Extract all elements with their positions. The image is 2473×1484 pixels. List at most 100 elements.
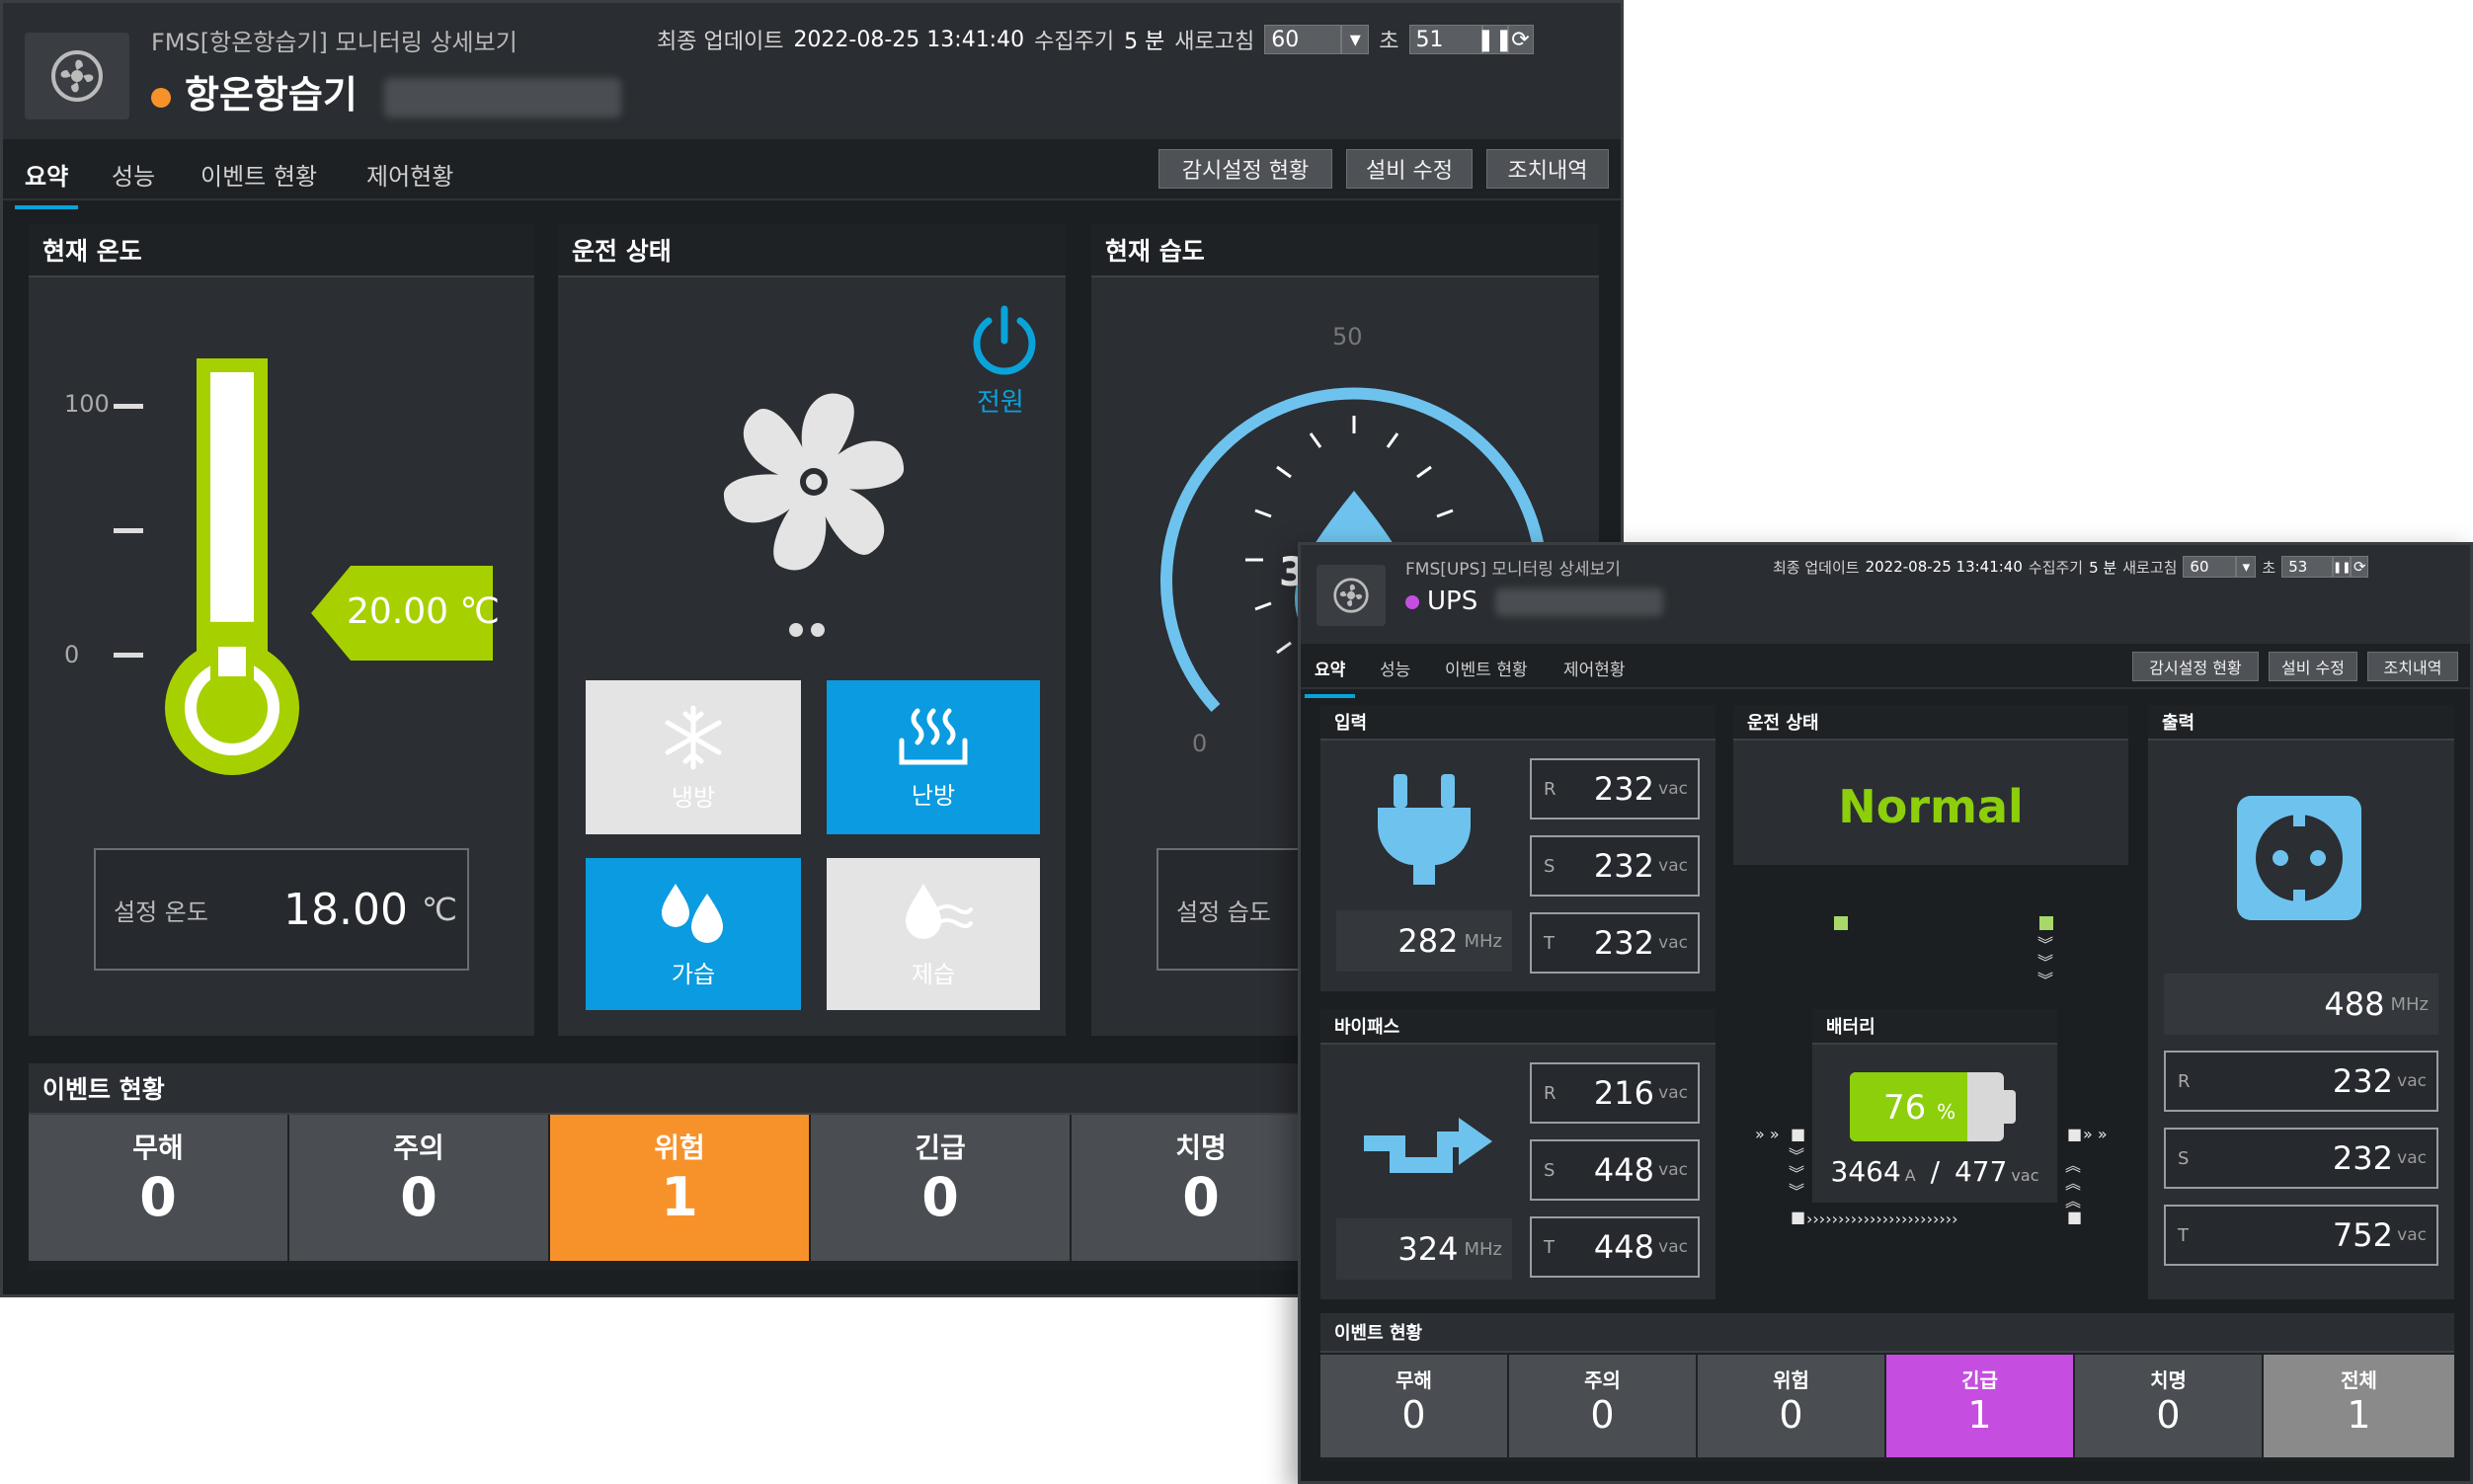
output-panel: 출력 488 MHz R 232 vac S 232 vac T 752 vac <box>2148 705 2454 1299</box>
svg-text:︽: ︽ <box>2065 1192 2081 1211</box>
event-label: 위험 <box>654 1132 705 1164</box>
edit-equipment-button[interactable]: 설비 수정 <box>2269 652 2357 681</box>
tick-mark <box>114 653 143 658</box>
fan-dots <box>789 619 825 638</box>
event-danger[interactable]: 위험 1 <box>550 1115 809 1261</box>
svg-text:■: ■ <box>1791 1125 1805 1143</box>
update-time: 2022-08-25 13:41:40 <box>793 27 1025 52</box>
event-fatal[interactable]: 치명 0 <box>1072 1115 1330 1261</box>
svg-text:︾: ︾ <box>2037 953 2053 972</box>
phase-unit: vac <box>1658 856 1688 876</box>
panel-title: 운전 상태 <box>558 224 1066 277</box>
event-danger[interactable]: 위험 0 <box>1698 1355 1884 1457</box>
water-drops-icon <box>662 883 723 943</box>
event-caution[interactable]: 주의 0 <box>289 1115 548 1261</box>
event-label: 무해 <box>1396 1368 1432 1392</box>
svg-text:︾: ︾ <box>2037 935 2053 954</box>
phase-key: T <box>1544 1236 1555 1258</box>
run-state-panel: 운전 상태 전원 냉방 난방 가습 제습 <box>558 224 1066 1036</box>
action-history-button[interactable]: 조치내역 <box>1486 149 1609 189</box>
tab-control[interactable]: 제어현황 <box>366 157 453 192</box>
battery-pct-unit: % <box>1937 1100 1956 1124</box>
window-subtitle: FMS[UPS] 모니터링 상세보기 <box>1405 560 1621 580</box>
chevron-down-icon[interactable]: ▾ <box>2236 556 2257 578</box>
tab-events[interactable]: 이벤트 현황 <box>200 157 317 192</box>
svg-text:■: ■ <box>1791 1208 1805 1226</box>
refresh-label: 새로고침 <box>2122 558 2178 577</box>
tab-events[interactable]: 이벤트 현황 <box>1445 656 1528 680</box>
input-s-phase: S 232 vac <box>1530 835 1700 897</box>
event-label: 위험 <box>1773 1368 1809 1392</box>
svg-text:» »: » » <box>1755 1125 1780 1143</box>
phase-key: R <box>1544 778 1556 800</box>
svg-text:︽: ︽ <box>2065 1156 2081 1175</box>
event-urgent[interactable]: 긴급 1 <box>1886 1355 2073 1457</box>
event-label: 긴급 <box>1961 1368 1998 1392</box>
mode-cooling[interactable]: 냉방 <box>586 680 801 834</box>
chevron-down-icon[interactable]: ▾ <box>1341 25 1370 54</box>
event-count: 0 <box>1590 1393 1615 1437</box>
event-urgent[interactable]: 긴급 0 <box>811 1115 1070 1261</box>
input-panel: 입력 282 MHz R 232 vac S 232 vac T 232 vac <box>1320 705 1715 991</box>
update-time: 2022-08-25 13:41:40 <box>1865 558 2023 576</box>
tab-summary[interactable]: 요약 <box>14 157 79 209</box>
refresh-icon[interactable]: ⟳ <box>1507 25 1534 54</box>
svg-text:︾: ︾ <box>1789 1182 1804 1201</box>
dehumidify-icon <box>906 883 973 939</box>
event-count: 0 <box>139 1166 177 1228</box>
event-label: 주의 <box>393 1132 444 1164</box>
event-count: 1 <box>2347 1393 2371 1437</box>
tab-performance[interactable]: 성능 <box>1380 656 1410 680</box>
mode-heating[interactable]: 난방 <box>827 680 1040 834</box>
bypass-t-phase: T 448 vac <box>1530 1216 1700 1278</box>
mode-humidify[interactable]: 가습 <box>586 858 801 1010</box>
pause-icon[interactable]: ❚❚ <box>2333 556 2351 578</box>
phase-unit: vac <box>2397 1071 2427 1091</box>
fan-logo-icon <box>1333 578 1369 613</box>
battery-percent: 76 % <box>1883 1088 1955 1128</box>
monitor-settings-button[interactable]: 감시설정 현황 <box>1158 149 1332 189</box>
tick-100: 100 <box>64 390 110 418</box>
action-history-button[interactable]: 조치내역 <box>2367 652 2458 681</box>
temperature-panel: 현재 온도 100 0 20.00 ℃ 설정 온도 18.00 ℃ <box>29 224 534 1036</box>
thermometer-icon <box>165 358 299 775</box>
period-label: 수집주기 <box>2028 558 2084 577</box>
tab-control[interactable]: 제어현황 <box>1563 656 1626 680</box>
phase-value: 752 <box>2332 1216 2393 1254</box>
status-dot <box>1405 594 1419 609</box>
device-title: UPS <box>1405 586 1664 616</box>
battery-sep: / <box>1930 1155 1941 1188</box>
phase-value: 232 <box>2332 1062 2393 1100</box>
panel-title: 현재 온도 <box>29 224 534 277</box>
tab-performance[interactable]: 성능 <box>112 157 155 192</box>
update-label: 최종 업데이트 <box>657 30 784 54</box>
phase-value: 232 <box>2332 1139 2393 1177</box>
freq-value: 488 <box>2324 985 2385 1023</box>
event-harmless[interactable]: 무해 0 <box>1320 1355 1507 1457</box>
tab-summary[interactable]: 요약 <box>1304 656 1356 698</box>
mode-dehumidify[interactable]: 제습 <box>827 858 1040 1010</box>
bypass-arrow-icon <box>1364 1118 1492 1173</box>
svg-text:︾: ︾ <box>1789 1164 1804 1183</box>
phase-unit: vac <box>1658 1160 1688 1180</box>
power-icon[interactable] <box>967 303 1042 378</box>
refresh-select[interactable]: 60 <box>1264 25 1342 54</box>
event-fatal[interactable]: 치명 0 <box>2075 1355 2262 1457</box>
output-frequency: 488 MHz <box>2164 974 2438 1035</box>
refresh-select-value: 60 <box>2190 558 2209 576</box>
event-total[interactable]: 전체 1 <box>2264 1355 2454 1457</box>
monitor-settings-button[interactable]: 감시설정 현황 <box>2132 652 2259 681</box>
freq-value: 282 <box>1397 922 1459 960</box>
event-count: 0 <box>2156 1393 2181 1437</box>
panel-title: 운전 상태 <box>1733 705 2128 741</box>
set-temp-box: 설정 온도 18.00 ℃ <box>94 848 469 971</box>
phase-key: S <box>2178 1147 2190 1169</box>
refresh-icon[interactable]: ⟳ <box>2351 556 2369 578</box>
event-harmless[interactable]: 무해 0 <box>29 1115 287 1261</box>
refresh-select[interactable]: 60 <box>2183 556 2237 578</box>
pause-icon[interactable]: ❚❚ <box>1476 25 1513 54</box>
edit-equipment-button[interactable]: 설비 수정 <box>1346 149 1473 189</box>
event-caution[interactable]: 주의 0 <box>1509 1355 1696 1457</box>
period-value: 5 분 <box>1124 30 1165 54</box>
phase-value: 216 <box>1593 1074 1654 1112</box>
